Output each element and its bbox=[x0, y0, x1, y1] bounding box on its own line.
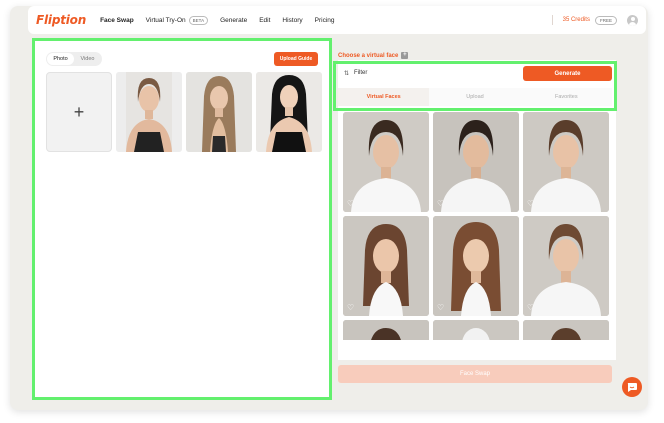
virtual-face-grid: ♡ ♡ ♡ ♡ ♡ ♡ bbox=[343, 112, 609, 340]
chat-bubble-icon bbox=[627, 383, 637, 392]
nav-right: 35 Credits FREE bbox=[551, 14, 638, 26]
chat-support-button[interactable] bbox=[622, 377, 642, 397]
nav-edit[interactable]: Edit bbox=[259, 17, 270, 24]
credits-count[interactable]: 35 Credits bbox=[563, 17, 590, 23]
add-face-icon[interactable]: + bbox=[401, 52, 409, 59]
beta-badge: BETA bbox=[188, 15, 209, 25]
face-portrait-icon bbox=[343, 320, 429, 340]
plan-badge: FREE bbox=[594, 15, 617, 25]
logo[interactable]: Fliption bbox=[36, 13, 86, 27]
favorite-heart-icon[interactable]: ♡ bbox=[437, 303, 444, 312]
face-portrait-icon bbox=[433, 320, 519, 340]
face-portrait-icon bbox=[343, 216, 429, 316]
nav-divider bbox=[551, 15, 553, 25]
face-card[interactable]: ♡ bbox=[343, 112, 429, 212]
face-portrait-icon bbox=[343, 112, 429, 212]
face-card[interactable] bbox=[343, 320, 429, 340]
face-card[interactable]: ♡ bbox=[433, 112, 519, 212]
choose-face-heading: Choose a virtual face + bbox=[338, 52, 409, 59]
nav-face-swap[interactable]: Face Swap bbox=[100, 17, 134, 24]
nav-virtual-try-on-label: Virtual Try-On bbox=[145, 16, 186, 24]
nav-history[interactable]: History bbox=[282, 17, 302, 24]
top-nav: Fliption Face Swap Virtual Try-On BETA Ge… bbox=[28, 6, 646, 34]
face-portrait-icon bbox=[523, 320, 609, 340]
face-card[interactable] bbox=[523, 320, 609, 340]
nav-generate[interactable]: Generate bbox=[220, 17, 247, 24]
face-portrait-icon bbox=[433, 216, 519, 316]
choose-face-text: Choose a virtual face bbox=[338, 52, 399, 59]
favorite-heart-icon[interactable]: ♡ bbox=[347, 303, 354, 312]
face-portrait-icon bbox=[433, 112, 519, 212]
favorite-heart-icon[interactable]: ♡ bbox=[347, 199, 354, 208]
highlight-filter-area bbox=[333, 61, 617, 111]
face-card[interactable]: ♡ bbox=[433, 216, 519, 316]
favorite-heart-icon[interactable]: ♡ bbox=[527, 199, 534, 208]
face-card[interactable] bbox=[433, 320, 519, 340]
user-avatar-icon[interactable] bbox=[627, 14, 638, 26]
nav-virtual-try-on[interactable]: Virtual Try-On BETA bbox=[145, 15, 209, 25]
favorite-heart-icon[interactable]: ♡ bbox=[527, 303, 534, 312]
favorite-heart-icon[interactable]: ♡ bbox=[437, 199, 444, 208]
face-portrait-icon bbox=[523, 112, 609, 212]
face-portrait-icon bbox=[523, 216, 609, 316]
face-swap-button[interactable]: Face Swap bbox=[338, 365, 612, 383]
face-card[interactable]: ♡ bbox=[523, 216, 609, 316]
face-card[interactable]: ♡ bbox=[523, 112, 609, 212]
highlight-upload-panel bbox=[32, 38, 332, 400]
nav-pricing[interactable]: Pricing bbox=[315, 17, 335, 24]
face-card[interactable]: ♡ bbox=[343, 216, 429, 316]
